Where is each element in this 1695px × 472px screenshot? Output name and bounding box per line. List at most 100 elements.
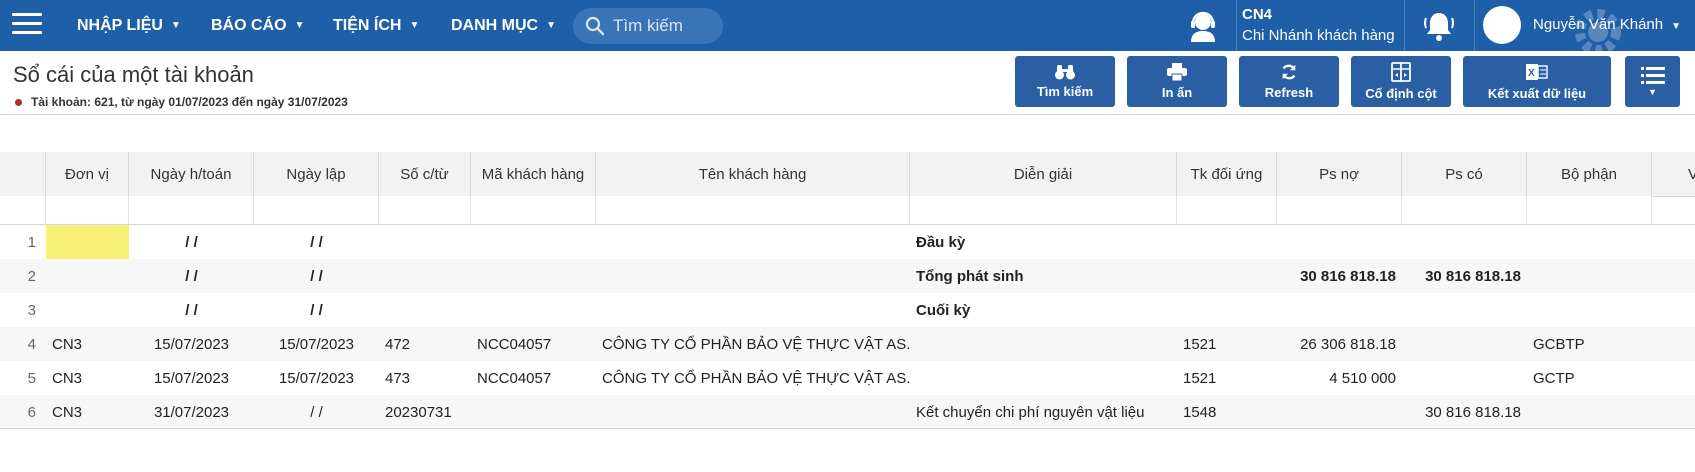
- cell-dept[interactable]: GCBTP: [1527, 327, 1652, 361]
- cell-debit[interactable]: 26 306 818.18: [1277, 327, 1402, 361]
- cell-doc-no[interactable]: 472: [379, 327, 471, 361]
- column-header-posting-date[interactable]: Ngày h/toán: [129, 152, 254, 196]
- column-header-truncated[interactable]: V: [1652, 152, 1695, 196]
- branch-name[interactable]: Chi Nhánh khách hàng: [1242, 27, 1395, 44]
- cell-cust-name[interactable]: [596, 293, 910, 327]
- cell-contra[interactable]: [1177, 225, 1277, 259]
- filter-input[interactable]: [471, 196, 596, 224]
- menu-danh-muc[interactable]: DANH MỤC ▼: [451, 0, 556, 51]
- cell-post-date[interactable]: / /: [129, 225, 254, 259]
- filter-input[interactable]: [254, 196, 379, 224]
- cell-credit[interactable]: 30 816 818.18: [1402, 259, 1527, 293]
- cell-unit[interactable]: [46, 225, 129, 259]
- column-header-customer-code[interactable]: Mã khách hàng: [471, 152, 596, 196]
- column-header-credit[interactable]: Ps có: [1402, 152, 1527, 196]
- cell-doc-date[interactable]: / /: [254, 225, 379, 259]
- notification-bell-icon[interactable]: [1422, 9, 1456, 43]
- search-box[interactable]: [573, 8, 723, 44]
- column-header-description[interactable]: Diễn giải: [910, 152, 1177, 196]
- cell-desc[interactable]: [910, 327, 1177, 361]
- menu-nhap-lieu[interactable]: NHẬP LIỆU ▼: [77, 0, 181, 51]
- cell-no[interactable]: 2: [0, 259, 46, 293]
- cell-doc-no[interactable]: [379, 293, 471, 327]
- cell-desc[interactable]: Kết chuyển chi phí nguyên vật liệu: [910, 395, 1177, 429]
- cell-contra[interactable]: 1548: [1177, 395, 1277, 429]
- cell-contra[interactable]: 1521: [1177, 361, 1277, 395]
- cell-cust-name[interactable]: [596, 225, 910, 259]
- cell-doc-date[interactable]: / /: [254, 259, 379, 293]
- cell-post-date[interactable]: 15/07/2023: [129, 327, 254, 361]
- cell-cust-name[interactable]: [596, 259, 910, 293]
- cell-doc-date[interactable]: / /: [254, 395, 379, 429]
- filter-input[interactable]: [46, 196, 129, 224]
- filter-input[interactable]: [129, 196, 254, 224]
- cell-post-date[interactable]: / /: [129, 259, 254, 293]
- cell-debit[interactable]: [1277, 225, 1402, 259]
- cell-desc[interactable]: Đầu kỳ: [910, 225, 1177, 259]
- cell-unit[interactable]: CN3: [46, 361, 129, 395]
- column-header-customer-name[interactable]: Tên khách hàng: [596, 152, 910, 196]
- hamburger-menu-icon[interactable]: [12, 13, 42, 37]
- cell-contra[interactable]: 1521: [1177, 327, 1277, 361]
- cell-desc[interactable]: Tổng phát sinh: [910, 259, 1177, 293]
- cell-dept[interactable]: [1527, 225, 1652, 259]
- menu-tien-ich[interactable]: TIỆN ÍCH ▼: [333, 0, 419, 51]
- cell-no[interactable]: 6: [0, 395, 46, 429]
- cell-doc-date[interactable]: 15/07/2023: [254, 327, 379, 361]
- cell-post-date[interactable]: 31/07/2023: [129, 395, 254, 429]
- cell-credit[interactable]: [1402, 225, 1527, 259]
- filter-input[interactable]: [1277, 196, 1402, 224]
- filter-input[interactable]: [910, 196, 1177, 224]
- cell-debit[interactable]: [1277, 293, 1402, 327]
- filter-input[interactable]: [596, 196, 910, 224]
- cell-doc-no[interactable]: [379, 259, 471, 293]
- support-agent-icon[interactable]: [1185, 7, 1221, 43]
- cell-cust-code[interactable]: NCC04057: [471, 327, 596, 361]
- cell-dept[interactable]: [1527, 395, 1652, 429]
- cell-cust-code[interactable]: [471, 259, 596, 293]
- column-header-contra-account[interactable]: Tk đối ứng: [1177, 152, 1277, 196]
- export-data-button[interactable]: X Kết xuất dữ liệu: [1463, 56, 1611, 107]
- cell-cust-code[interactable]: [471, 225, 596, 259]
- avatar[interactable]: [1483, 6, 1521, 44]
- table-row[interactable]: 5 CN3 15/07/2023 15/07/2023 473 NCC04057 CÔNG …: [0, 361, 1695, 395]
- cell-dept[interactable]: GCTP: [1527, 361, 1652, 395]
- cell-unit[interactable]: CN3: [46, 395, 129, 429]
- cell-credit[interactable]: 30 816 818.18: [1402, 395, 1527, 429]
- cell-desc[interactable]: Cuối kỳ: [910, 293, 1177, 327]
- cell-credit[interactable]: [1402, 361, 1527, 395]
- cell-no[interactable]: 1: [0, 225, 46, 259]
- search-button[interactable]: Tìm kiếm: [1015, 56, 1115, 107]
- table-row[interactable]: 6 CN3 31/07/2023/ /20230731 Kết chuyển chi …: [0, 395, 1695, 429]
- cell-debit[interactable]: 4 510 000: [1277, 361, 1402, 395]
- cell-dept[interactable]: [1527, 259, 1652, 293]
- table-row[interactable]: 2 / / / / Tổng phát sinh 30 816 818.18 30 816…: [0, 259, 1695, 293]
- table-row[interactable]: 4 CN3 15/07/2023 15/07/2023 472 NCC04057 CÔNG …: [0, 327, 1695, 361]
- table-row[interactable]: 1 / / / / Đầu kỳ: [0, 225, 1695, 259]
- more-menu-button[interactable]: ▼: [1625, 56, 1680, 107]
- cell-doc-no[interactable]: 20230731: [379, 395, 471, 429]
- cell-cust-name[interactable]: [596, 395, 910, 429]
- cell-doc-date[interactable]: 15/07/2023: [254, 361, 379, 395]
- cell-desc[interactable]: [910, 361, 1177, 395]
- table-row[interactable]: 3 / / / / Cuối kỳ: [0, 293, 1695, 327]
- cell-unit[interactable]: CN3: [46, 327, 129, 361]
- column-header-debit[interactable]: Ps nợ: [1277, 152, 1402, 196]
- cell-doc-no[interactable]: [379, 225, 471, 259]
- cell-post-date[interactable]: / /: [129, 293, 254, 327]
- freeze-columns-button[interactable]: Cố định cột: [1351, 56, 1451, 107]
- cell-unit[interactable]: [46, 293, 129, 327]
- cell-cust-name[interactable]: CÔNG TY CỔ PHẦN BẢO VỆ THỰC VẬT AS...: [596, 327, 910, 361]
- branch-code[interactable]: CN4: [1242, 6, 1272, 23]
- cell-contra[interactable]: [1177, 259, 1277, 293]
- cell-contra[interactable]: [1177, 293, 1277, 327]
- cell-cust-name[interactable]: CÔNG TY CỔ PHẦN BẢO VỆ THỰC VẬT AS...: [596, 361, 910, 395]
- column-header-doc-number[interactable]: Số c/từ: [379, 152, 471, 196]
- cell-debit[interactable]: 30 816 818.18: [1277, 259, 1402, 293]
- cell-doc-no[interactable]: 473: [379, 361, 471, 395]
- cell-credit[interactable]: [1402, 293, 1527, 327]
- cell-no[interactable]: 3: [0, 293, 46, 327]
- column-header-doc-date[interactable]: Ngày lập: [254, 152, 379, 196]
- cell-credit[interactable]: [1402, 327, 1527, 361]
- search-input[interactable]: [613, 16, 713, 36]
